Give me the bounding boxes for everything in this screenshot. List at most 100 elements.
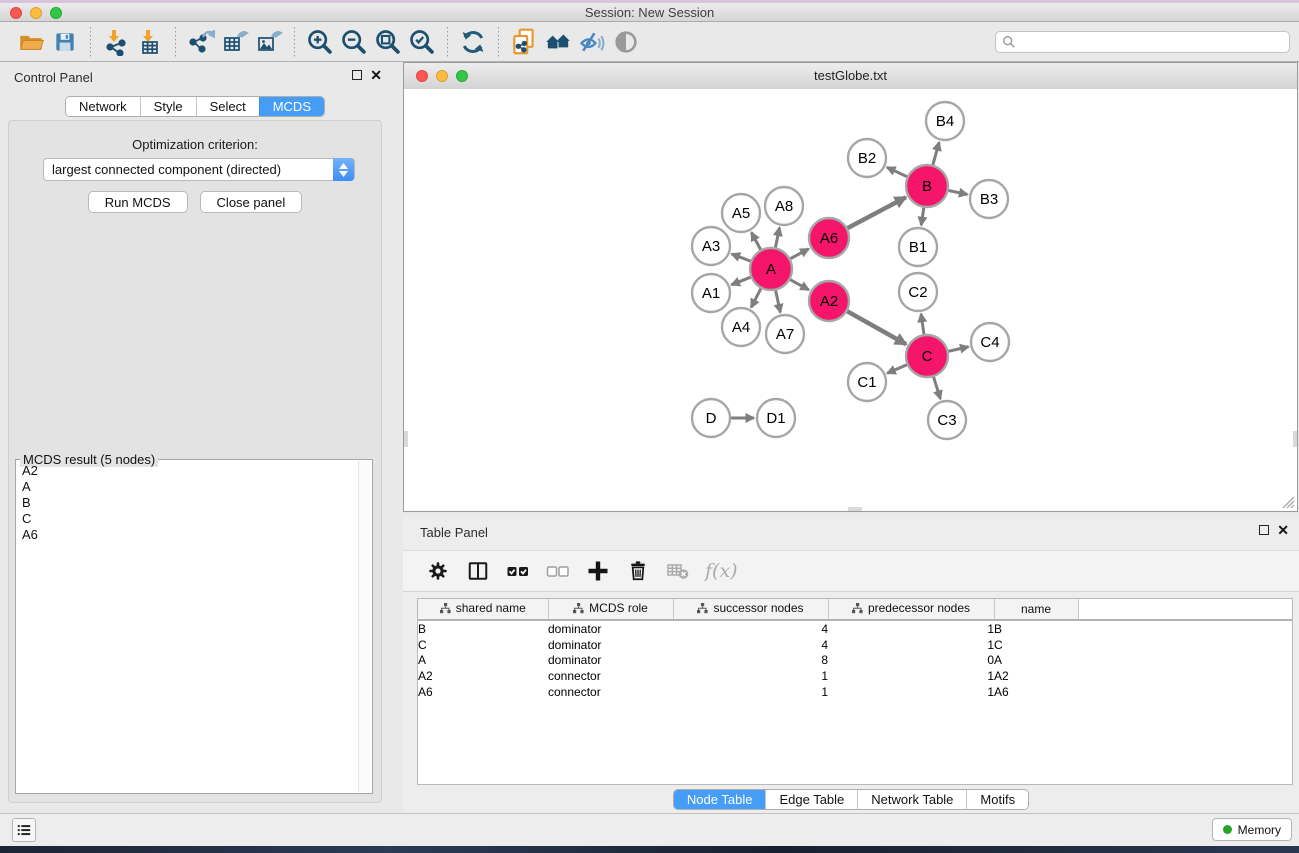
export-table-icon[interactable] bbox=[218, 26, 252, 58]
control-panel-title: Control Panel bbox=[14, 70, 93, 85]
deselect-all-icon[interactable] bbox=[545, 558, 571, 584]
criterion-dropdown[interactable]: largest connected component (directed) bbox=[43, 158, 355, 181]
graph-edge-B-B2[interactable] bbox=[887, 167, 907, 176]
close-table-panel-icon[interactable]: ✕ bbox=[1277, 525, 1289, 535]
result-scrollbar[interactable] bbox=[358, 461, 371, 792]
task-history-button[interactable] bbox=[12, 818, 36, 842]
select-all-icon[interactable] bbox=[505, 558, 531, 584]
table-cell: B bbox=[994, 620, 1078, 637]
graph-node-label-D1: D1 bbox=[766, 410, 785, 427]
table-cell: 0 bbox=[828, 652, 994, 668]
graph-edge-A-A6[interactable] bbox=[790, 249, 808, 259]
home-icon[interactable] bbox=[541, 26, 575, 58]
graph-edge-B-B4[interactable] bbox=[933, 142, 939, 165]
graph-edge-A-A1[interactable] bbox=[731, 277, 750, 285]
network-canvas[interactable]: AA1A2A3A4A5A6A7A8BB1B2B3B4CC1C2C3C4DD1 bbox=[404, 89, 1297, 511]
table-row[interactable]: A6connector11A6 bbox=[418, 684, 1292, 700]
graph-edge-B-B3[interactable] bbox=[949, 191, 968, 195]
tab-motifs[interactable]: Motifs bbox=[966, 790, 1028, 809]
zoom-fit-icon[interactable] bbox=[371, 26, 405, 58]
columns-icon[interactable] bbox=[465, 558, 491, 584]
zoom-out-icon[interactable] bbox=[337, 26, 371, 58]
column-header-successor-nodes[interactable]: successor nodes bbox=[673, 599, 828, 620]
attribute-icon bbox=[852, 603, 863, 614]
left-scrollbar-thumb[interactable] bbox=[404, 431, 408, 447]
refresh-icon[interactable] bbox=[456, 26, 490, 58]
desktop-background bbox=[0, 846, 1299, 853]
import-network-icon[interactable] bbox=[99, 26, 133, 58]
right-scrollbar-thumb[interactable] bbox=[1293, 431, 1297, 447]
tab-edge-table[interactable]: Edge Table bbox=[765, 790, 857, 809]
search-input[interactable] bbox=[1016, 32, 1289, 52]
graph-edge-A-A5[interactable] bbox=[751, 232, 760, 249]
column-header-predecessor-nodes[interactable]: predecessor nodes bbox=[828, 599, 994, 620]
float-table-panel-icon[interactable] bbox=[1259, 525, 1269, 535]
tab-network[interactable]: Network bbox=[66, 97, 140, 116]
float-panel-icon[interactable] bbox=[352, 70, 362, 80]
graph-edge-A6-B[interactable] bbox=[848, 197, 906, 228]
resize-grip-icon[interactable] bbox=[1280, 494, 1295, 509]
table-cell: A2 bbox=[418, 668, 548, 684]
network-graph[interactable]: AA1A2A3A4A5A6A7A8BB1B2B3B4CC1C2C3C4DD1 bbox=[404, 89, 1297, 511]
zoom-selected-icon[interactable] bbox=[405, 26, 439, 58]
close-panel-button[interactable]: Close panel bbox=[200, 191, 303, 213]
graph-edge-A2-C[interactable] bbox=[847, 311, 906, 344]
graph-edge-A-A2[interactable] bbox=[790, 280, 809, 290]
mcds-result-item[interactable]: A bbox=[16, 479, 359, 495]
table-cell-filler bbox=[1078, 684, 1292, 700]
mcds-result-item[interactable]: C bbox=[16, 511, 359, 527]
delete-column-icon[interactable] bbox=[625, 558, 651, 584]
export-network-icon[interactable] bbox=[184, 26, 218, 58]
export-image-icon[interactable] bbox=[252, 26, 286, 58]
tab-select[interactable]: Select bbox=[196, 97, 259, 116]
graph-edge-A-A4[interactable] bbox=[751, 289, 761, 308]
mcds-result-item[interactable]: B bbox=[16, 495, 359, 511]
mcds-result-item[interactable]: A6 bbox=[16, 527, 359, 543]
import-table-icon[interactable] bbox=[133, 26, 167, 58]
table-row[interactable]: A2connector11A2 bbox=[418, 668, 1292, 684]
table-row[interactable]: Adominator80A bbox=[418, 652, 1292, 668]
graph-edge-A-A8[interactable] bbox=[775, 228, 779, 248]
table-cell: A6 bbox=[418, 684, 548, 700]
gear-icon[interactable] bbox=[425, 558, 451, 584]
mcds-result-item[interactable]: A2 bbox=[16, 463, 359, 479]
close-panel-icon[interactable]: ✕ bbox=[370, 70, 382, 80]
table-cell: 1 bbox=[828, 684, 994, 700]
column-header-shared-name[interactable]: shared name bbox=[418, 599, 548, 620]
network-window-titlebar[interactable]: testGlobe.txt bbox=[404, 63, 1297, 90]
save-session-icon[interactable] bbox=[48, 26, 82, 58]
table-cell: A2 bbox=[994, 668, 1078, 684]
table-row[interactable]: Bdominator41B bbox=[418, 620, 1292, 637]
column-header-name[interactable]: name bbox=[994, 599, 1078, 620]
bottom-scrollbar-thumb[interactable] bbox=[848, 507, 862, 511]
app-titlebar: Session: New Session bbox=[0, 0, 1299, 22]
tab-network-table[interactable]: Network Table bbox=[857, 790, 966, 809]
clone-network-icon[interactable] bbox=[507, 26, 541, 58]
graph-edge-B-B1[interactable] bbox=[921, 208, 924, 225]
table-cell: A bbox=[994, 652, 1078, 668]
graph-edge-C-C4[interactable] bbox=[948, 347, 968, 351]
attribute-icon bbox=[440, 603, 451, 614]
attribute-icon bbox=[573, 603, 584, 614]
graph-node-label-C: C bbox=[922, 348, 933, 365]
graph-edge-C-C1[interactable] bbox=[887, 365, 907, 374]
add-column-icon[interactable] bbox=[585, 558, 611, 584]
tab-mcds[interactable]: MCDS bbox=[259, 97, 324, 116]
show-eye-icon[interactable] bbox=[609, 26, 643, 58]
graph-node-label-A5: A5 bbox=[732, 205, 750, 222]
zoom-in-icon[interactable] bbox=[303, 26, 337, 58]
graph-edge-A-A3[interactable] bbox=[732, 254, 751, 261]
graph-node-label-B: B bbox=[922, 178, 932, 195]
tab-style[interactable]: Style bbox=[140, 97, 196, 116]
memory-button[interactable]: Memory bbox=[1212, 818, 1292, 841]
graph-edge-C-C3[interactable] bbox=[934, 377, 941, 399]
hide-eye-icon[interactable] bbox=[575, 26, 609, 58]
tab-node-table[interactable]: Node Table bbox=[674, 790, 766, 809]
table-row[interactable]: Cdominator41C bbox=[418, 637, 1292, 653]
graph-edge-A-A7[interactable] bbox=[776, 291, 781, 313]
node-table[interactable]: shared nameMCDS rolesuccessor nodesprede… bbox=[417, 598, 1293, 785]
column-header-MCDS-role[interactable]: MCDS role bbox=[548, 599, 673, 620]
graph-edge-C-C2[interactable] bbox=[921, 314, 924, 334]
run-mcds-button[interactable]: Run MCDS bbox=[88, 191, 188, 213]
open-session-icon[interactable] bbox=[14, 26, 48, 58]
